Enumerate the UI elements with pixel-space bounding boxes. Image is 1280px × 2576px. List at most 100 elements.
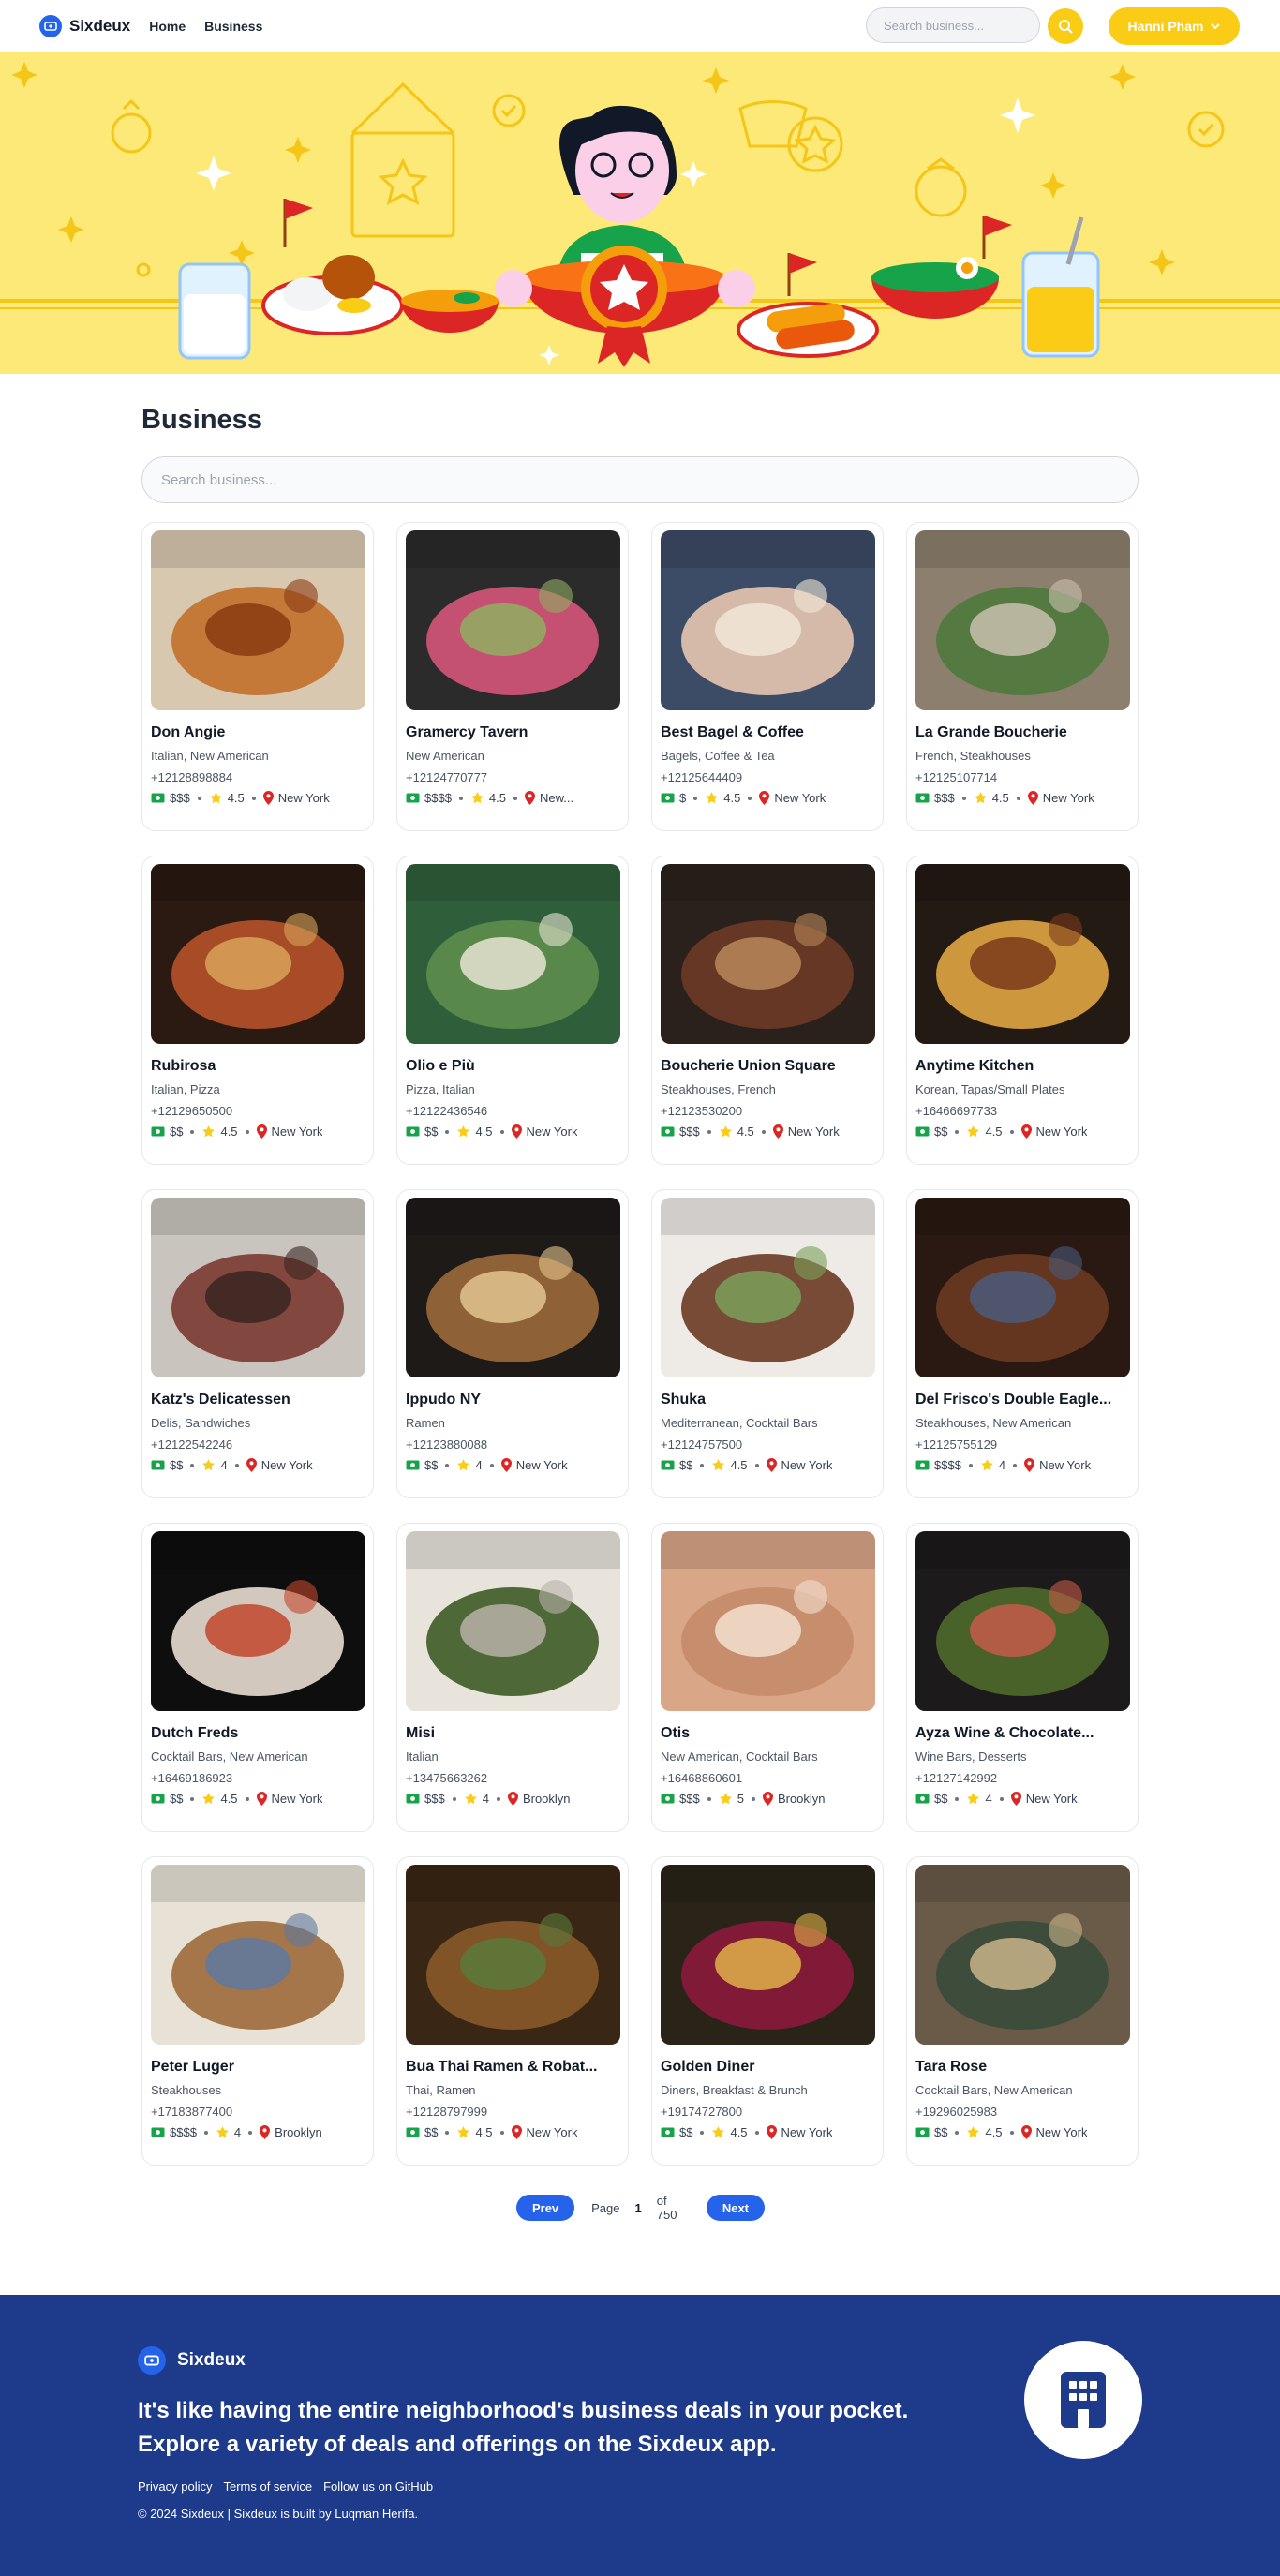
- page-title: Business: [141, 405, 262, 435]
- business-categories: Steakhouses, New American: [915, 1416, 1072, 1430]
- user-menu-button[interactable]: Hanni Pham: [1109, 7, 1240, 45]
- business-meta: $$ 4.5 New York: [915, 1124, 1129, 1139]
- business-name[interactable]: Gramercy Tavern: [406, 724, 619, 741]
- business-image[interactable]: [406, 530, 620, 710]
- nav-link-home[interactable]: Home: [149, 19, 186, 34]
- business-name[interactable]: Bua Thai Ramen & Robat...: [406, 2059, 619, 2076]
- business-name[interactable]: Otis: [661, 1725, 874, 1742]
- github-link[interactable]: Follow us on GitHub: [323, 2479, 433, 2494]
- business-phone: +16468860601: [661, 1771, 743, 1785]
- business-meta: $$$ 5 Brooklyn: [661, 1792, 874, 1806]
- footer-logo[interactable]: Sixdeux: [138, 2346, 246, 2375]
- business-image[interactable]: [406, 864, 620, 1044]
- separator-dot: [751, 1796, 755, 1801]
- business-image[interactable]: [406, 1865, 620, 2045]
- business-card[interactable]: Katz's Delicatessen Delis, Sandwiches +121…: [141, 1189, 374, 1498]
- business-name[interactable]: Shuka: [661, 1392, 874, 1408]
- business-meta: $$ 4 New York: [406, 1458, 619, 1472]
- separator-dot: [748, 796, 752, 800]
- business-image[interactable]: [915, 864, 1130, 1044]
- prev-button[interactable]: Prev: [516, 2195, 575, 2221]
- business-phone: +19296025983: [915, 2105, 998, 2119]
- business-name[interactable]: Anytime Kitchen: [915, 1058, 1129, 1075]
- business-card[interactable]: Bua Thai Ramen & Robat... Thai, Ramen +121…: [396, 1856, 629, 2166]
- business-card[interactable]: Tara Rose Cocktail Bars, New American +192…: [906, 1856, 1139, 2166]
- next-button[interactable]: Next: [706, 2195, 765, 2221]
- business-image[interactable]: [915, 1531, 1130, 1711]
- business-image[interactable]: [661, 530, 875, 710]
- business-card[interactable]: Anytime Kitchen Korean, Tapas/Small Plate…: [906, 856, 1139, 1165]
- business-meta: $$$$ 4.5 New...: [406, 791, 619, 805]
- business-name[interactable]: Misi: [406, 1725, 619, 1742]
- business-meta: $$$ 4.5 New York: [661, 1124, 874, 1139]
- business-image[interactable]: [915, 1865, 1130, 2045]
- business-name[interactable]: Del Frisco's Double Eagle...: [915, 1392, 1129, 1408]
- rating: 4.5: [737, 1124, 754, 1139]
- rating: 4: [475, 1458, 483, 1472]
- map-pin-icon: [1027, 791, 1038, 805]
- business-image[interactable]: [661, 1198, 875, 1377]
- business-name[interactable]: Peter Luger: [151, 2059, 365, 2076]
- business-name[interactable]: Don Angie: [151, 724, 365, 741]
- business-image[interactable]: [406, 1531, 620, 1711]
- business-name[interactable]: Boucherie Union Square: [661, 1058, 874, 1075]
- business-name[interactable]: Tara Rose: [915, 2059, 1129, 2076]
- business-card[interactable]: Ayza Wine & Chocolate... Wine Bars, Desse…: [906, 1523, 1139, 1832]
- business-image[interactable]: [151, 1198, 365, 1377]
- rating: 4.5: [488, 791, 506, 805]
- money-icon: [151, 1126, 165, 1137]
- business-image[interactable]: [151, 530, 365, 710]
- business-search-input[interactable]: Search business...: [141, 456, 1139, 503]
- business-image[interactable]: [406, 1198, 620, 1377]
- business-card[interactable]: Misi Italian +13475663262 $$$ 4 Brooklyn: [396, 1523, 629, 1832]
- price-level: $$: [934, 1792, 948, 1806]
- privacy-policy-link[interactable]: Privacy policy: [138, 2479, 212, 2494]
- logo[interactable]: Sixdeux: [39, 15, 130, 37]
- business-image[interactable]: [151, 1865, 365, 2045]
- business-phone: +12125107714: [915, 770, 998, 784]
- business-card[interactable]: La Grande Boucherie French, Steakhouses +1…: [906, 522, 1139, 831]
- separator-dot: [968, 1463, 973, 1467]
- business-name[interactable]: Katz's Delicatessen: [151, 1392, 365, 1408]
- business-card[interactable]: Otis New American, Cocktail Bars +16468860…: [651, 1523, 884, 1832]
- business-image[interactable]: [151, 864, 365, 1044]
- business-image[interactable]: [151, 1531, 365, 1711]
- business-card[interactable]: Del Frisco's Double Eagle... Steakhouses,…: [906, 1189, 1139, 1498]
- business-image[interactable]: [915, 530, 1130, 710]
- nav-search-button[interactable]: [1048, 8, 1083, 44]
- business-name[interactable]: Golden Diner: [661, 2059, 874, 2076]
- business-card[interactable]: Don Angie Italian, New American +121288988…: [141, 522, 374, 831]
- business-card[interactable]: Shuka Mediterranean, Cocktail Bars +121247…: [651, 1189, 884, 1498]
- business-card[interactable]: Olio e Più Pizza, Italian +12122436546 $$ 4.…: [396, 856, 629, 1165]
- business-card[interactable]: Ippudo NY Ramen +12123880088 $$ 4 New York: [396, 1189, 629, 1498]
- business-card[interactable]: Golden Diner Diners, Breakfast & Brunch +1…: [651, 1856, 884, 2166]
- business-card[interactable]: Dutch Freds Cocktail Bars, New American +1…: [141, 1523, 374, 1832]
- business-image[interactable]: [661, 864, 875, 1044]
- business-name[interactable]: La Grande Boucherie: [915, 724, 1129, 741]
- business-image[interactable]: [915, 1198, 1130, 1377]
- business-name[interactable]: Ayza Wine & Chocolate...: [915, 1725, 1129, 1742]
- business-photo: [915, 1531, 1130, 1711]
- location: New York: [526, 2125, 578, 2139]
- business-grid: Don Angie Italian, New American +121288988…: [141, 522, 1140, 2166]
- business-card[interactable]: Peter Luger Steakhouses +17183877400 $$$$ 4 B…: [141, 1856, 374, 2166]
- business-name[interactable]: Dutch Freds: [151, 1725, 365, 1742]
- business-name[interactable]: Rubirosa: [151, 1058, 365, 1075]
- terms-of-service-link[interactable]: Terms of service: [223, 2479, 312, 2494]
- business-card[interactable]: Boucherie Union Square Steakhouses, Frenc…: [651, 856, 884, 1165]
- business-name[interactable]: Ippudo NY: [406, 1392, 619, 1408]
- business-meta: $$ 4.5 New York: [661, 2125, 874, 2139]
- business-card[interactable]: Best Bagel & Coffee Bagels, Coffee & Tea +…: [651, 522, 884, 831]
- business-meta: $$ 4.5 New York: [915, 2125, 1129, 2139]
- business-card[interactable]: Rubirosa Italian, Pizza +12129650500 $$ 4.5 N…: [141, 856, 374, 1165]
- business-name[interactable]: Best Bagel & Coffee: [661, 724, 874, 741]
- nav-link-business[interactable]: Business: [204, 19, 262, 34]
- location: New York: [781, 1458, 833, 1472]
- business-name[interactable]: Olio e Più: [406, 1058, 619, 1075]
- business-image[interactable]: [661, 1865, 875, 2045]
- business-image[interactable]: [661, 1531, 875, 1711]
- business-card[interactable]: Gramercy Tavern New American +12124770777 $…: [396, 522, 629, 831]
- business-photo: [151, 1531, 365, 1711]
- nav-search-input[interactable]: Search business...: [866, 7, 1040, 43]
- separator-dot: [248, 2130, 253, 2135]
